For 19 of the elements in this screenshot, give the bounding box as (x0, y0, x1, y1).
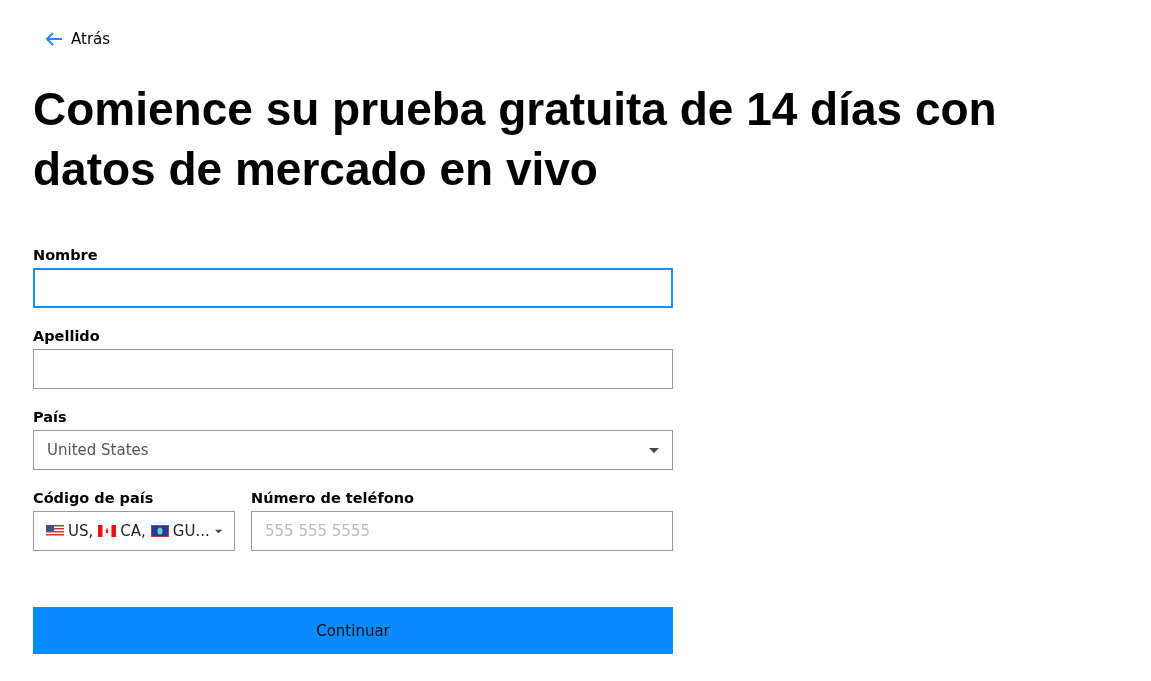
page-heading: Comience su prueba gratuita de 14 días con datos de mercado en vivo (33, 82, 998, 197)
flag-icon (46, 525, 64, 537)
caret-icon (649, 447, 659, 453)
field-label: País (33, 409, 68, 425)
back-arrow-icon (45, 31, 63, 47)
phone-input[interactable]: 555 555 5555 (251, 511, 673, 551)
field-label: Nombre (33, 247, 99, 263)
country-code-select[interactable]: US, CA, GU... (33, 511, 235, 551)
input-field[interactable] (33, 268, 673, 308)
field-label: Número de teléfono (251, 490, 415, 506)
field-label: Apellido (33, 328, 101, 344)
country-select[interactable]: United States (33, 430, 673, 470)
flag-icon (98, 525, 117, 537)
input-field[interactable] (33, 349, 673, 389)
flag-icon (150, 525, 169, 537)
field-label: Código de país (33, 490, 155, 506)
back-link[interactable]: Atrás (45, 30, 111, 48)
continue-button[interactable]: Continuar (33, 607, 673, 654)
caret-icon (214, 528, 222, 534)
